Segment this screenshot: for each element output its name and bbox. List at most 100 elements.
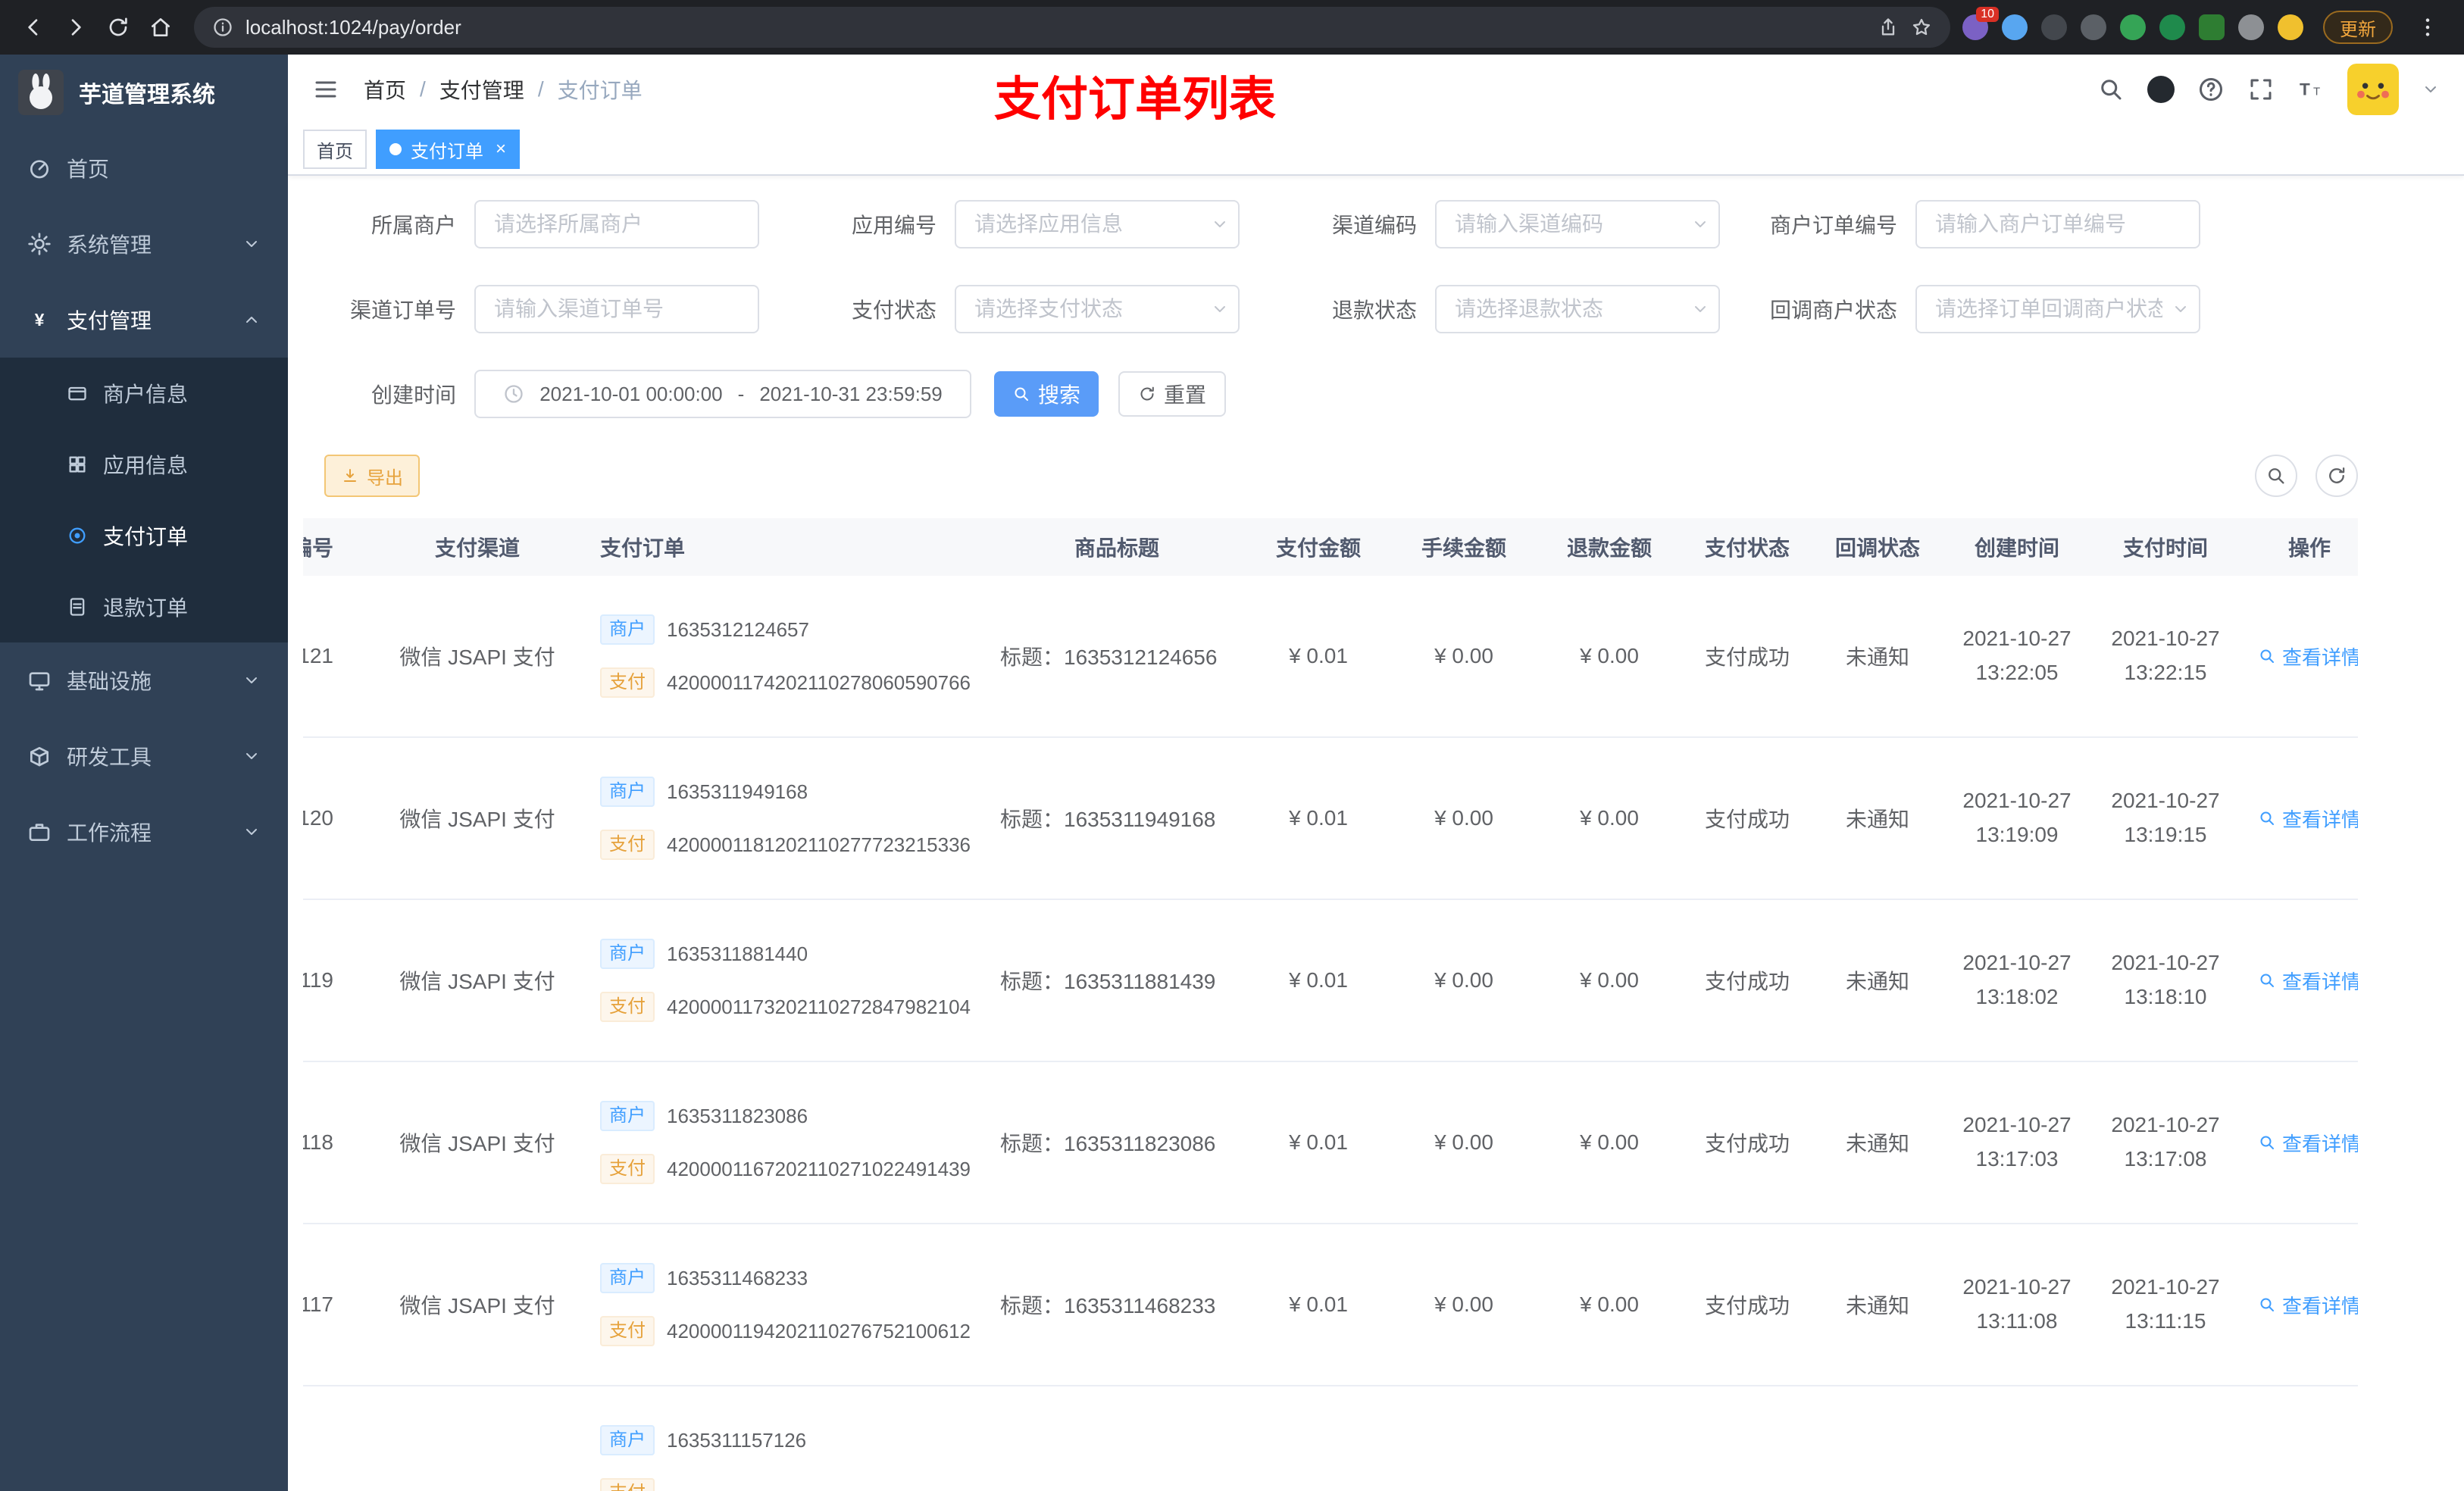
view-detail-link[interactable]: 查看详情 (2258, 642, 2358, 670)
refund-status-select[interactable] (1435, 285, 1720, 333)
merchant-select[interactable] (474, 200, 759, 248)
export-button[interactable]: 导出 (324, 455, 420, 497)
avatar[interactable] (2347, 64, 2399, 115)
cell-pay-status: 支付成功 (1704, 970, 1790, 993)
address-bar[interactable]: localhost:1024/pay/order (194, 7, 1950, 48)
cell-create-time: 2021-10-27 13:19:09 (1962, 789, 2072, 846)
view-detail-link[interactable]: 查看详情 (2258, 1291, 2358, 1319)
create-time-range[interactable]: 2021-10-01 00:00:00 - 2021-10-31 23:59:5… (474, 370, 971, 418)
reset-button[interactable]: 重置 (1118, 371, 1227, 417)
sidebar-item-dev-tools[interactable]: 研发工具 (0, 718, 288, 794)
browser-refresh-icon[interactable] (97, 6, 139, 48)
pay-tag: 支付 (600, 667, 655, 698)
extension-icon[interactable]: 10 (1962, 7, 1999, 40)
tags-view: 首页 支付订单 × (288, 124, 2464, 176)
sidebar-item-system[interactable]: 系统管理 (0, 206, 288, 282)
tab-pay-order[interactable]: 支付订单 × (376, 130, 521, 169)
cell-action: 查看详情 (2240, 1129, 2358, 1157)
browser-menu-icon[interactable] (2406, 6, 2449, 48)
header-search-icon[interactable] (2097, 76, 2125, 103)
extension-icon[interactable] (2199, 14, 2225, 40)
font-size-icon[interactable]: TT (2297, 76, 2325, 103)
app-navbar: 首页 / 支付管理 / 支付订单 支付订单列表 TT (288, 55, 2464, 126)
merchant-tag: 商户 (600, 777, 655, 807)
sidebar-item-infra[interactable]: 基础设施 (0, 642, 288, 718)
bookmark-star-icon[interactable] (1911, 17, 1932, 38)
extension-icon[interactable] (2002, 14, 2028, 40)
sidebar-item-merchant-info[interactable]: 商户信息 (0, 358, 288, 429)
github-icon[interactable] (2147, 76, 2175, 103)
sidebar-item-pay-order[interactable]: 支付订单 (0, 500, 288, 571)
col-create-time: 创建时间 (1974, 536, 2059, 560)
cell-pay-time: 2021-10-27 13:22:15 (2111, 627, 2220, 684)
pay-tag: 支付 (600, 830, 655, 860)
browser-back-icon[interactable] (12, 6, 55, 48)
pay-status-select[interactable] (955, 285, 1240, 333)
notify-status-select[interactable] (1915, 285, 2200, 333)
view-detail-link[interactable]: 查看详情 (2258, 1129, 2358, 1157)
logo-image (18, 70, 64, 115)
extension-icon[interactable] (2081, 14, 2106, 40)
cell-pay-amount: ¥ 0.01 (1289, 968, 1348, 992)
col-pay-order: 支付订单 (600, 536, 686, 560)
breadcrumb: 首页 / 支付管理 / 支付订单 (364, 74, 643, 105)
breadcrumb-separator: / (537, 77, 544, 101)
sidebar-item-app-info[interactable]: 应用信息 (0, 429, 288, 500)
share-icon[interactable] (1878, 17, 1899, 38)
site-info-icon[interactable] (212, 17, 233, 38)
chevron-down-icon[interactable] (2422, 80, 2440, 98)
yen-icon: ¥ (27, 308, 52, 332)
sidebar-item-refund-order[interactable]: 退款订单 (0, 571, 288, 642)
cell-id: 119 (303, 968, 333, 992)
search-button[interactable]: 搜索 (994, 371, 1099, 417)
view-detail-link[interactable]: 查看详情 (2258, 967, 2358, 995)
fullscreen-icon[interactable] (2247, 76, 2275, 103)
browser-forward-icon[interactable] (55, 6, 97, 48)
cell-title: 标题：1635312124656 (1000, 645, 1218, 669)
toggle-search-button[interactable] (2255, 455, 2297, 497)
cell-pay-order: 商户 1635311881440 支付 4200001173202110272847… (591, 939, 988, 1022)
app-no-select[interactable] (955, 200, 1240, 248)
col-id: 编号 (303, 536, 333, 560)
sidebar-item-home[interactable]: 首页 (0, 130, 288, 206)
extension-icon[interactable] (2278, 14, 2303, 40)
cell-fee-amount: ¥ 0.00 (1434, 644, 1493, 667)
sidebar-item-pay-manage[interactable]: ¥ 支付管理 (0, 282, 288, 358)
pay-order-no: 4200001167202110271022491439 (667, 1157, 971, 1180)
document-icon (67, 596, 88, 617)
extension-icon[interactable] (2041, 14, 2067, 40)
filter-label: 渠道订单号 (349, 299, 456, 322)
chevron-down-icon (242, 671, 261, 689)
merchant-order-no-input[interactable] (1915, 200, 2200, 248)
view-detail-link[interactable]: 查看详情 (2258, 805, 2358, 833)
filter-label: 创建时间 (371, 383, 456, 407)
cell-create-time: 2021-10-27 13:22:05 (1962, 627, 2072, 684)
sidebar-item-label: 工作流程 (67, 821, 152, 845)
cell-pay-time: 2021-10-27 13:11:15 (2111, 1275, 2220, 1333)
channel-order-no-input[interactable] (474, 285, 759, 333)
breadcrumb-pay-manage[interactable]: 支付管理 (439, 74, 524, 105)
channel-code-select[interactable] (1435, 200, 1720, 248)
cell-refund-amount: ¥ 0.00 (1580, 1293, 1639, 1316)
extension-icon[interactable] (2159, 14, 2185, 40)
browser-update-button[interactable]: 更新 (2323, 11, 2393, 44)
tab-label: 首页 (317, 141, 353, 162)
cell-id: 118 (303, 1130, 333, 1154)
hamburger-icon[interactable] (312, 76, 339, 103)
pay-tag: 支付 (600, 1154, 655, 1184)
help-icon[interactable] (2197, 76, 2225, 103)
extension-icon[interactable] (2238, 14, 2264, 40)
extension-icon[interactable] (2120, 14, 2146, 40)
sidebar-item-label: 系统管理 (67, 233, 152, 257)
browser-home-icon[interactable] (139, 6, 182, 48)
cell-pay-time: 2021-10-27 13:18:10 (2111, 951, 2220, 1008)
col-pay-channel: 支付渠道 (434, 536, 520, 560)
tab-home[interactable]: 首页 (303, 130, 367, 169)
breadcrumb-home[interactable]: 首页 (364, 74, 406, 105)
refresh-table-button[interactable] (2315, 455, 2358, 497)
sidebar-item-workflow[interactable]: 工作流程 (0, 794, 288, 870)
date-start: 2021-10-01 00:00:00 (539, 382, 723, 405)
close-icon[interactable]: × (496, 140, 506, 158)
cell-notify-status: 未通知 (1845, 970, 1909, 993)
active-dot (389, 143, 402, 155)
